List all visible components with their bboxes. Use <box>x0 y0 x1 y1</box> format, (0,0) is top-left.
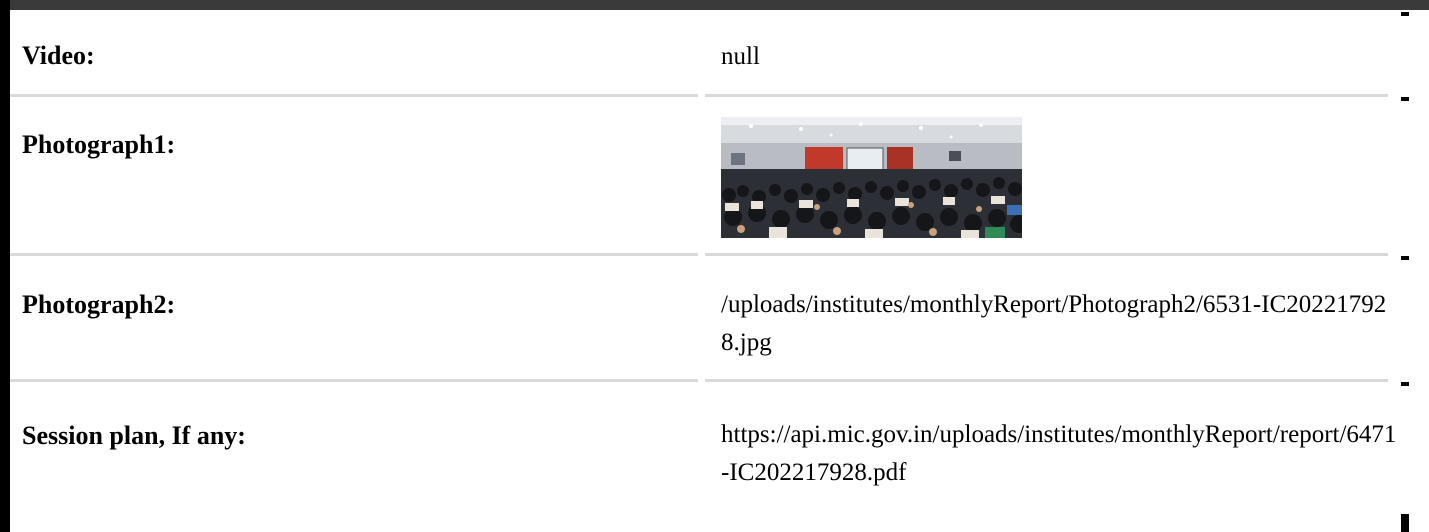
header-bar <box>0 0 1429 10</box>
photograph2-label: Photograph2: <box>22 290 176 319</box>
session-plan-value: https://api.mic.gov.in/uploads/institute… <box>721 421 1397 486</box>
left-border <box>0 0 10 532</box>
video-label: Video: <box>22 41 95 70</box>
row-divider <box>10 379 1388 382</box>
photograph2-value: /uploads/institutes/monthlyReport/Photog… <box>721 291 1387 356</box>
details-panel: Video: null Photograph1: Photograph2: /u… <box>0 0 1429 532</box>
scroll-marker <box>1401 256 1409 260</box>
session-plan-label: Session plan, If any: <box>22 421 246 450</box>
scroll-marker <box>1401 382 1409 386</box>
photograph1-label: Photograph1: <box>22 130 176 159</box>
photograph1-image[interactable] <box>721 117 1022 238</box>
scrollbar-thumb[interactable] <box>1401 514 1409 532</box>
video-value: null <box>721 43 760 70</box>
row-divider <box>10 253 1388 256</box>
scroll-marker <box>1401 97 1409 101</box>
scroll-marker <box>1401 12 1409 16</box>
row-divider <box>10 94 1388 97</box>
